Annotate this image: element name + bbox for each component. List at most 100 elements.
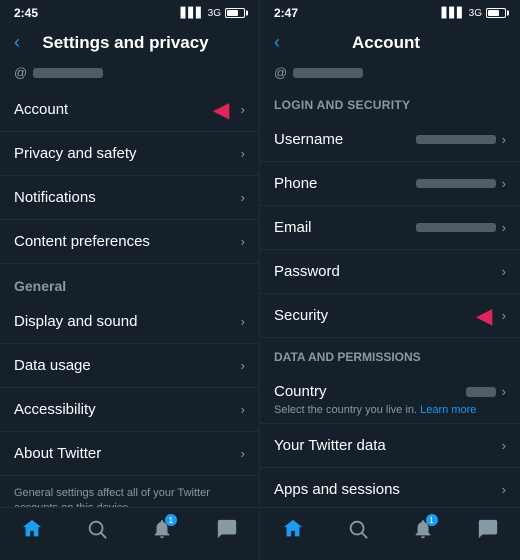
status-bar-right: 2:47 ▋▋▋ 3G: [260, 0, 520, 24]
username-item[interactable]: Username ›: [260, 118, 520, 162]
country-item[interactable]: Country › Select the country you live in…: [260, 370, 520, 424]
time-left: 2:45: [14, 6, 38, 20]
network-left: 3G: [208, 8, 221, 19]
nav-notifications-left[interactable]: 1: [151, 518, 173, 546]
security-item[interactable]: Security › ◀: [260, 294, 520, 338]
display-chevron: ›: [241, 314, 245, 329]
data-section-label: Data and permissions: [260, 338, 520, 370]
nav-search-right[interactable]: [347, 518, 369, 546]
username-item-chevron: ›: [502, 132, 506, 147]
signal-icon-left: ▋▋▋: [181, 8, 204, 19]
nav-home-left[interactable]: [21, 518, 43, 546]
red-arrow-security: ◀: [477, 303, 492, 328]
password-item[interactable]: Password ›: [260, 250, 520, 294]
privacy-item[interactable]: Privacy and safety ›: [0, 132, 259, 176]
country-chevron: ›: [502, 384, 506, 399]
about-label: About Twitter: [14, 445, 241, 462]
data-usage-label: Data usage: [14, 357, 241, 374]
back-button-right[interactable]: ‹: [274, 32, 280, 53]
twitter-data-chevron: ›: [502, 438, 506, 453]
at-sign-right: @: [274, 65, 287, 80]
email-item[interactable]: Email ›: [260, 206, 520, 250]
notifications-item[interactable]: Notifications ›: [0, 176, 259, 220]
username-row-left: @: [0, 61, 259, 88]
battery-icon-left: [225, 8, 245, 18]
content-label: Content preferences: [14, 233, 241, 250]
nav-search-left[interactable]: [86, 518, 108, 546]
page-title-right: Account: [290, 33, 482, 53]
notif-badge-left: 1: [165, 514, 177, 526]
phone-chevron: ›: [502, 176, 506, 191]
nav-home-right[interactable]: [282, 518, 304, 546]
back-button-left[interactable]: ‹: [14, 32, 20, 53]
accessibility-label: Accessibility: [14, 401, 241, 418]
email-chevron: ›: [502, 220, 506, 235]
right-scroll-area: Login and security Username › Phone › Em…: [260, 88, 520, 507]
time-right: 2:47: [274, 6, 298, 20]
twitter-data-label: Your Twitter data: [274, 437, 502, 454]
header-left: ‹ Settings and privacy: [0, 24, 259, 61]
notif-badge-right: 1: [426, 514, 438, 526]
notifications-label: Notifications: [14, 189, 241, 206]
country-sub: Select the country you live in. Learn mo…: [274, 400, 476, 419]
status-icons-left: ▋▋▋ 3G: [181, 8, 245, 19]
at-sign-left: @: [14, 65, 27, 80]
footnote-left: General settings affect all of your Twit…: [0, 476, 259, 507]
bottom-nav-right: 1: [260, 507, 520, 560]
data-usage-item[interactable]: Data usage ›: [0, 344, 259, 388]
red-arrow-account: ◀: [214, 97, 229, 122]
about-chevron: ›: [241, 446, 245, 461]
password-chevron: ›: [502, 264, 506, 279]
account-chevron: ›: [241, 102, 245, 117]
data-usage-chevron: ›: [241, 358, 245, 373]
nav-messages-right[interactable]: [477, 518, 499, 546]
status-bar-left: 2:45 ▋▋▋ 3G: [0, 0, 259, 24]
account-label: Account: [14, 101, 241, 118]
security-chevron: ›: [502, 308, 506, 323]
nav-notifications-right[interactable]: 1: [412, 518, 434, 546]
country-value-blurred: [466, 387, 496, 397]
accessibility-chevron: ›: [241, 402, 245, 417]
bottom-nav-left: 1: [0, 507, 259, 560]
right-panel: 2:47 ▋▋▋ 3G ‹ Account @ Login and securi…: [260, 0, 520, 560]
header-right: ‹ Account: [260, 24, 520, 61]
notifications-chevron: ›: [241, 190, 245, 205]
security-label: Security: [274, 307, 502, 324]
phone-label: Phone: [274, 175, 416, 192]
login-section-label: Login and security: [260, 88, 520, 118]
privacy-chevron: ›: [241, 146, 245, 161]
email-value-blurred: [416, 223, 496, 232]
username-blurred-left: [33, 68, 103, 78]
apps-label: Apps and sessions: [274, 481, 502, 498]
content-chevron: ›: [241, 234, 245, 249]
country-label: Country: [274, 383, 466, 400]
signal-icon-right: ▋▋▋: [442, 8, 465, 19]
username-blurred-right: [293, 68, 363, 78]
general-header: General: [0, 264, 259, 300]
battery-icon-right: [486, 8, 506, 18]
accessibility-item[interactable]: Accessibility ›: [0, 388, 259, 432]
learn-more-link[interactable]: Learn more: [420, 404, 476, 416]
email-label: Email: [274, 219, 416, 236]
network-right: 3G: [469, 8, 482, 19]
username-item-label: Username: [274, 131, 416, 148]
phone-value-blurred: [416, 179, 496, 188]
nav-messages-left[interactable]: [216, 518, 238, 546]
page-title-left: Settings and privacy: [30, 33, 221, 53]
apps-chevron: ›: [502, 482, 506, 497]
about-item[interactable]: About Twitter ›: [0, 432, 259, 476]
phone-item[interactable]: Phone ›: [260, 162, 520, 206]
username-value-blurred: [416, 135, 496, 144]
password-label: Password: [274, 263, 502, 280]
left-scroll-area: @ Account › ◀ Privacy and safety › Notif…: [0, 61, 259, 507]
display-item[interactable]: Display and sound ›: [0, 300, 259, 344]
display-label: Display and sound: [14, 313, 241, 330]
left-panel: 2:45 ▋▋▋ 3G ‹ Settings and privacy @ Acc…: [0, 0, 260, 560]
username-row-right: @: [260, 61, 520, 88]
status-icons-right: ▋▋▋ 3G: [442, 8, 506, 19]
twitter-data-item[interactable]: Your Twitter data ›: [260, 424, 520, 468]
apps-item[interactable]: Apps and sessions ›: [260, 468, 520, 507]
privacy-label: Privacy and safety: [14, 145, 241, 162]
account-item[interactable]: Account › ◀: [0, 88, 259, 132]
content-item[interactable]: Content preferences ›: [0, 220, 259, 264]
